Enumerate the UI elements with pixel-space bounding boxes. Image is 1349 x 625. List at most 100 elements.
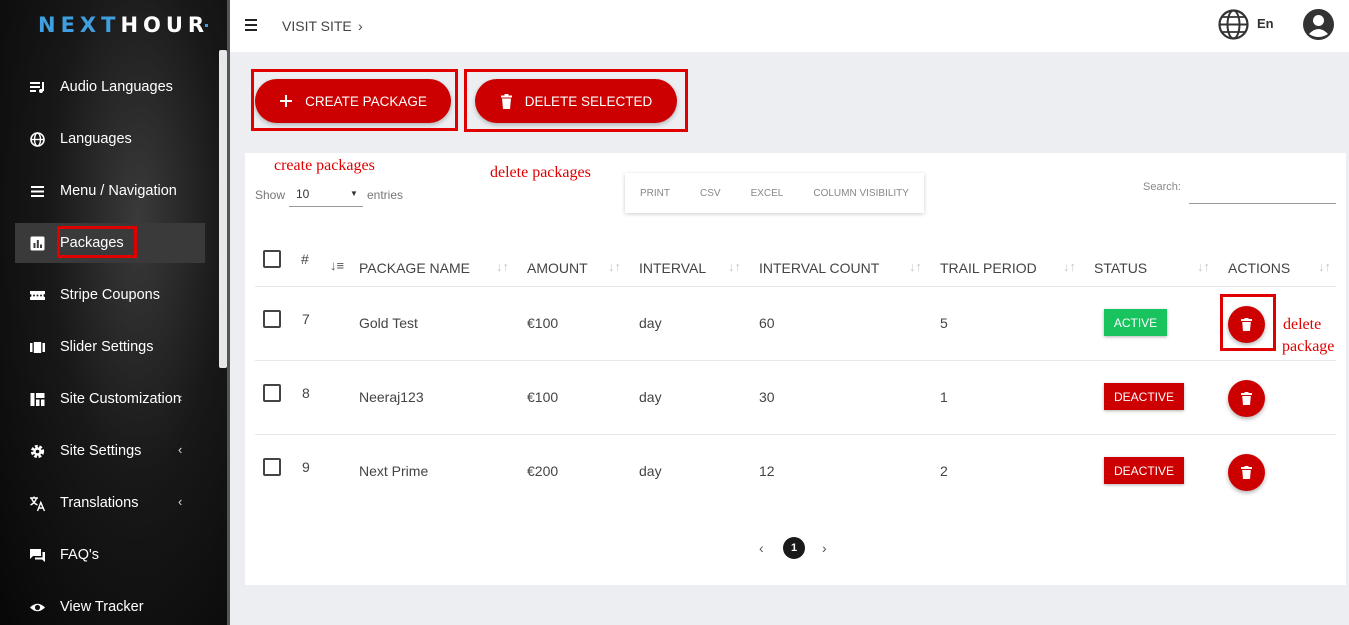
- sort-icon[interactable]: ↓↑: [608, 259, 621, 274]
- entries-select[interactable]: 10 ▼: [289, 182, 363, 207]
- chevron-left-icon: ‹: [178, 494, 183, 509]
- sidebar-item-label: Translations: [60, 495, 139, 511]
- sidebar-item-menu-navigation[interactable]: Menu / Navigation: [15, 171, 205, 211]
- pagination-page-1[interactable]: 1: [783, 537, 805, 559]
- sort-icon[interactable]: ↓↑: [496, 259, 509, 274]
- search-input[interactable]: [1189, 177, 1336, 204]
- chevron-left-icon: ‹: [178, 390, 183, 405]
- show-label: Show: [255, 188, 286, 202]
- row-amount: €100: [527, 389, 559, 405]
- audio-list-icon: [30, 82, 44, 93]
- row-interval: day: [639, 389, 662, 405]
- row-divider: [255, 360, 1336, 361]
- language-label[interactable]: En: [1257, 16, 1274, 31]
- sidebar-scrollbar[interactable]: [219, 50, 227, 368]
- column-header-package-name[interactable]: PACKAGE NAME: [359, 260, 470, 276]
- translate-icon: [30, 496, 46, 512]
- hamburger-icon[interactable]: [245, 19, 257, 31]
- logo-dot: [205, 24, 208, 27]
- caret-down-icon: ▼: [350, 189, 358, 198]
- row-package-name: Gold Test: [359, 315, 418, 331]
- gear-icon: [30, 444, 45, 459]
- row-trail-period: 1: [940, 389, 948, 405]
- sidebar-item-stripe-coupons[interactable]: Stripe Coupons: [15, 275, 205, 315]
- slider-icon: [30, 342, 45, 353]
- sidebar-item-label: FAQ's: [60, 547, 100, 563]
- print-button[interactable]: PRINT: [640, 188, 670, 199]
- column-visibility-button[interactable]: COLUMN VISIBILITY: [813, 188, 909, 199]
- sort-icon[interactable]: ↓↑: [1318, 259, 1331, 274]
- row-id: 8: [302, 385, 310, 401]
- row-id: 7: [302, 311, 310, 327]
- row-interval-count: 12: [759, 463, 775, 479]
- sidebar-item-view-tracker[interactable]: View Tracker: [15, 587, 205, 625]
- language-globe-icon[interactable]: [1217, 8, 1250, 41]
- row-amount: €200: [527, 463, 559, 479]
- delete-row-button[interactable]: [1228, 454, 1265, 491]
- sort-icon[interactable]: ↓↑: [909, 259, 922, 274]
- column-header-amount[interactable]: AMOUNT: [527, 260, 588, 276]
- pagination-next[interactable]: ›: [822, 540, 827, 556]
- sidebar-item-site-customization[interactable]: Site Customization ‹: [15, 379, 205, 419]
- row-id: 9: [302, 459, 310, 475]
- column-header-interval-count[interactable]: INTERVAL COUNT: [759, 260, 879, 276]
- sort-active-icon[interactable]: ↓≡: [330, 258, 344, 273]
- sidebar-item-audio-languages[interactable]: Audio Languages: [15, 67, 205, 107]
- sidebar-item-translations[interactable]: Translations ‹: [15, 483, 205, 523]
- row-trail-period: 2: [940, 463, 948, 479]
- status-badge[interactable]: ACTIVE: [1104, 309, 1167, 336]
- packages-card: Show 10 ▼ entries PRINT CSV EXCEL COLUMN…: [245, 153, 1346, 585]
- sidebar-item-label: Site Customization: [60, 391, 181, 407]
- export-toolbar: PRINT CSV EXCEL COLUMN VISIBILITY: [625, 173, 924, 213]
- annotation-delete: delete packages: [490, 164, 591, 181]
- highlight-delete-selected: [464, 69, 688, 132]
- select-all-checkbox[interactable]: [263, 250, 281, 268]
- row-interval: day: [639, 315, 662, 331]
- dashboard-icon: [30, 393, 45, 406]
- annotation-delete-row-line1: delete: [1283, 316, 1322, 333]
- sidebar-item-faqs[interactable]: FAQ's: [15, 535, 205, 575]
- sort-icon[interactable]: ↓↑: [728, 259, 741, 274]
- column-header-id[interactable]: #: [301, 251, 309, 267]
- row-package-name: Neeraj123: [359, 389, 424, 405]
- row-trail-period: 5: [940, 315, 948, 331]
- column-header-actions[interactable]: ACTIONS: [1228, 260, 1290, 276]
- sort-icon[interactable]: ↓↑: [1063, 259, 1076, 274]
- menu-icon: [31, 186, 44, 197]
- chevron-right-icon: ›: [358, 18, 363, 34]
- user-avatar-icon[interactable]: [1302, 8, 1335, 41]
- logo[interactable]: NEXTHOUR: [38, 13, 209, 37]
- sidebar-item-label: Stripe Coupons: [60, 287, 160, 303]
- pagination-prev[interactable]: ‹: [759, 540, 764, 556]
- column-header-status[interactable]: STATUS: [1094, 260, 1147, 276]
- sidebar-item-label: Languages: [60, 131, 132, 147]
- search-label: Search:: [1143, 181, 1181, 193]
- column-header-trail-period[interactable]: TRAIL PERIOD: [940, 260, 1037, 276]
- status-badge[interactable]: DEACTIVE: [1104, 457, 1184, 484]
- annotation-delete-row-line2: package: [1282, 338, 1335, 355]
- row-interval-count: 60: [759, 315, 775, 331]
- sidebar-item-slider-settings[interactable]: Slider Settings: [15, 327, 205, 367]
- highlight-packages: [57, 226, 137, 258]
- csv-button[interactable]: CSV: [700, 188, 721, 199]
- excel-button[interactable]: EXCEL: [751, 188, 784, 199]
- highlight-create: [251, 69, 458, 131]
- sidebar-item-languages[interactable]: Languages: [15, 119, 205, 159]
- row-interval-count: 30: [759, 389, 775, 405]
- row-checkbox[interactable]: [263, 384, 281, 402]
- row-divider: [255, 286, 1336, 287]
- visit-site-link[interactable]: VISIT SITE: [282, 18, 352, 34]
- sidebar-item-label: Audio Languages: [60, 79, 173, 95]
- sidebar-item-label: View Tracker: [60, 599, 144, 615]
- row-divider: [255, 434, 1336, 435]
- sidebar-divider: [227, 0, 230, 625]
- column-header-interval[interactable]: INTERVAL: [639, 260, 706, 276]
- sidebar-item-site-settings[interactable]: Site Settings ‹: [15, 431, 205, 471]
- row-package-name: Next Prime: [359, 463, 429, 479]
- row-checkbox[interactable]: [263, 458, 281, 476]
- row-checkbox[interactable]: [263, 310, 281, 328]
- status-badge[interactable]: DEACTIVE: [1104, 383, 1184, 410]
- sort-icon[interactable]: ↓↑: [1197, 259, 1210, 274]
- delete-row-button[interactable]: [1228, 380, 1265, 417]
- globe-icon: [30, 132, 45, 147]
